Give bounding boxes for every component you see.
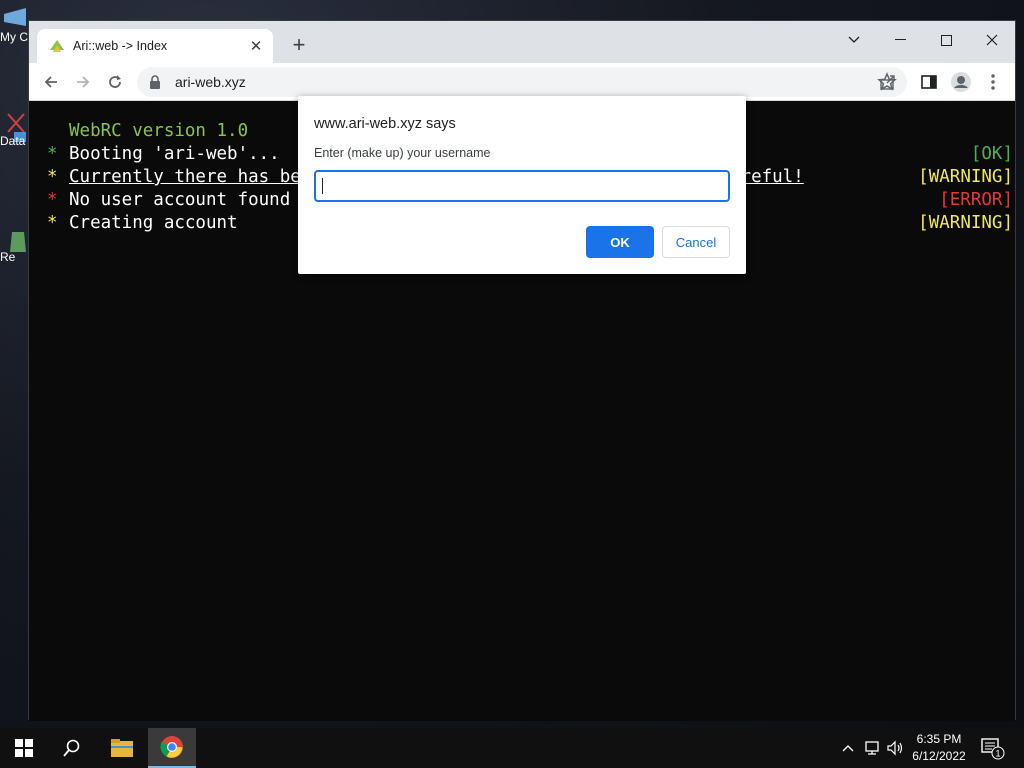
- bookmark-star-icon[interactable]: [877, 72, 897, 92]
- warning-link-start[interactable]: Currently there has be: [69, 167, 301, 187]
- chevron-down-icon[interactable]: [831, 25, 877, 55]
- favicon-icon: [49, 38, 65, 54]
- desktop-icon-label: My C: [0, 30, 28, 44]
- text-caret: [322, 178, 323, 194]
- network-icon[interactable]: [862, 738, 882, 758]
- system-clock[interactable]: 6:35 PM 6/12/2022: [906, 731, 972, 765]
- status-ok: [OK]: [970, 144, 1013, 164]
- minimize-button[interactable]: [877, 25, 923, 55]
- line-bullet: *: [47, 190, 58, 210]
- back-button[interactable]: [37, 68, 65, 96]
- ok-button[interactable]: OK: [586, 226, 654, 258]
- window-close-button[interactable]: [969, 25, 1015, 55]
- status-warning: [WARNING]: [918, 167, 1013, 187]
- clock-time: 6:35 PM: [916, 732, 962, 746]
- taskbar: 6:35 PM 6/12/2022 1: [0, 728, 1024, 768]
- notification-count: 1: [995, 749, 1000, 759]
- new-tab-button[interactable]: +: [287, 32, 311, 57]
- status-error: [ERROR]: [939, 190, 1013, 210]
- chrome-icon[interactable]: [148, 728, 196, 768]
- status-warning: [WARNING]: [918, 213, 1013, 233]
- cancel-button[interactable]: Cancel: [662, 226, 730, 258]
- line-bullet: *: [47, 167, 58, 187]
- terminal-version: WebRC version 1.0: [69, 121, 249, 141]
- forward-button[interactable]: [69, 68, 97, 96]
- chevron-up-icon[interactable]: [838, 738, 858, 758]
- search-icon[interactable]: [48, 728, 96, 768]
- prompt-dialog: www.ari-web.xyz says Enter (make up) you…: [298, 96, 746, 274]
- desktop-icon-label: Data: [0, 134, 26, 148]
- tab-strip: Ari::web -> Index ✕ +: [29, 21, 1015, 63]
- kebab-menu-icon[interactable]: [979, 68, 1007, 96]
- desktop-icon-data[interactable]: Data: [0, 112, 30, 148]
- dialog-message: Enter (make up) your username: [314, 146, 491, 160]
- computer-icon: [4, 8, 30, 30]
- notification-center-icon[interactable]: 1: [980, 736, 1006, 760]
- browser-tab[interactable]: Ari::web -> Index ✕: [37, 29, 273, 63]
- windows-start-icon[interactable]: [0, 728, 48, 768]
- file-explorer-icon[interactable]: [98, 728, 146, 768]
- clock-date: 6/12/2022: [912, 749, 966, 763]
- desktop-icon-label: Re: [0, 250, 16, 264]
- line-text: Booting 'ari-web'...: [69, 144, 280, 164]
- desktop-icon-my-computer[interactable]: My C: [0, 8, 30, 44]
- profile-avatar-icon[interactable]: [947, 68, 975, 96]
- line-bullet: *: [47, 144, 58, 164]
- username-input[interactable]: [314, 170, 730, 202]
- lock-icon[interactable]: [149, 75, 161, 89]
- recycle-bin-icon: [4, 228, 30, 252]
- line-text: Creating account: [69, 213, 238, 233]
- maximize-button[interactable]: [923, 25, 969, 55]
- tab-title: Ari::web -> Index: [73, 39, 168, 53]
- reload-button[interactable]: [101, 68, 129, 96]
- side-panel-icon[interactable]: [915, 68, 943, 96]
- line-text: No user account found: [69, 190, 291, 210]
- line-bullet: *: [47, 213, 58, 233]
- volume-icon[interactable]: [886, 738, 906, 758]
- data-icon: [4, 112, 30, 142]
- url-text: ari-web.xyz: [175, 74, 246, 90]
- address-bar[interactable]: ari-web.xyz: [137, 67, 907, 97]
- dialog-title: www.ari-web.xyz says: [314, 116, 456, 132]
- desktop-icon-recycle[interactable]: Re: [0, 228, 30, 264]
- close-icon[interactable]: ✕: [247, 37, 265, 55]
